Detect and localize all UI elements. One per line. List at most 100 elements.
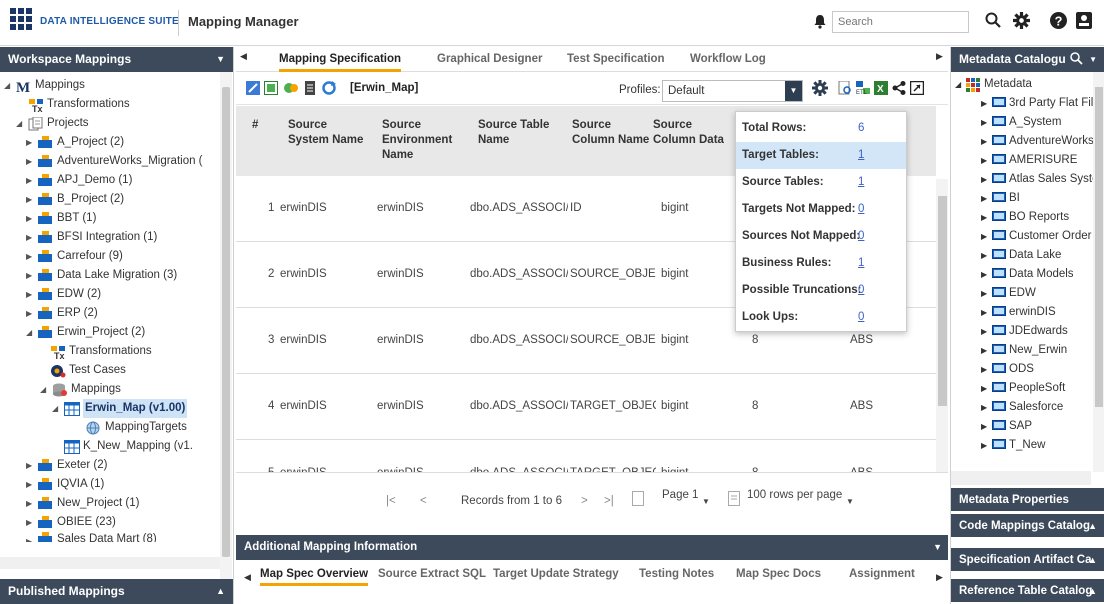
last-page-icon[interactable]: >| bbox=[604, 495, 614, 507]
tree-node-transformations[interactable]: Tx Transformations bbox=[28, 95, 130, 114]
expand-arrow-icon[interactable]: ▶ bbox=[26, 456, 38, 475]
collapse-arrow-icon[interactable]: ◢ bbox=[52, 399, 64, 418]
share-icon[interactable] bbox=[892, 81, 906, 95]
specification-artifact-catalog-header[interactable]: Specification Artifact Ca ▲ bbox=[951, 548, 1104, 573]
metadata-vscroll-thumb[interactable] bbox=[1095, 87, 1103, 407]
expand-arrow-icon[interactable]: ▶ bbox=[981, 360, 992, 379]
search-document-icon[interactable] bbox=[838, 81, 852, 95]
tree-node-system[interactable]: ▶ Data Models bbox=[981, 265, 1074, 284]
tree-node-mappings[interactable]: ◢ Mappings bbox=[40, 380, 121, 399]
tree-node-system[interactable]: ▶ A_System bbox=[981, 113, 1061, 132]
collapse-arrow-icon[interactable]: ◢ bbox=[16, 114, 28, 133]
expand-arrow-icon[interactable]: ▶ bbox=[26, 171, 38, 190]
search-field[interactable] bbox=[832, 11, 969, 33]
refresh-icon[interactable] bbox=[322, 81, 336, 95]
stat-sources-not-mapped[interactable]: Sources Not Mapped: 0 bbox=[736, 223, 906, 250]
tree-node-system[interactable]: ▶ ODS bbox=[981, 360, 1034, 379]
tab-mapping-specification[interactable]: Mapping Specification bbox=[279, 47, 402, 72]
tab-test-specification[interactable]: Test Specification bbox=[567, 47, 665, 72]
grid-view-icon[interactable] bbox=[264, 81, 278, 95]
collapse-arrow-icon[interactable]: ◢ bbox=[955, 75, 966, 94]
expand-arrow-icon[interactable]: ▶ bbox=[26, 247, 38, 266]
expand-arrow-icon[interactable]: ▶ bbox=[26, 152, 38, 171]
tree-node-project[interactable]: ▶ ERP (2) bbox=[26, 304, 98, 323]
col-header-number[interactable]: # bbox=[252, 118, 258, 133]
tree-node-project[interactable]: ▶ IQVIA (1) bbox=[26, 475, 104, 494]
tree-node-system[interactable]: ▶ erwinDIS bbox=[981, 303, 1056, 322]
expand-arrow-icon[interactable]: ▶ bbox=[26, 133, 38, 152]
stat-target-tables[interactable]: Target Tables: 1 bbox=[736, 142, 906, 169]
next-page-icon[interactable]: > bbox=[581, 495, 588, 507]
expand-arrow-icon[interactable]: ▶ bbox=[981, 170, 992, 189]
expand-arrow-icon[interactable]: ▶ bbox=[26, 513, 38, 532]
stat-look-ups[interactable]: Look Ups: 0 bbox=[736, 304, 906, 331]
tree-node-project[interactable]: ▶ BFSI Integration (1) bbox=[26, 228, 157, 247]
page-dropdown-icon[interactable]: ▼ bbox=[702, 497, 710, 506]
tree-node-test-cases[interactable]: Test Cases bbox=[50, 361, 126, 380]
tree-node-k-new-mapping[interactable]: K_New_Mapping (v1. bbox=[64, 437, 193, 456]
expand-icon[interactable] bbox=[910, 81, 924, 95]
tab-scroll-right-icon[interactable]: ▶ bbox=[936, 51, 943, 62]
tree-node-system[interactable]: ▶ BI bbox=[981, 189, 1020, 208]
tab-testing-notes[interactable]: Testing Notes bbox=[639, 568, 714, 580]
additional-info-header[interactable]: Additional Mapping Information ▼ bbox=[236, 535, 948, 560]
etl-icon[interactable]: ETL bbox=[856, 81, 870, 95]
workspace-scroll-thumb[interactable] bbox=[222, 87, 230, 557]
metadata-properties-header[interactable]: Metadata Properties bbox=[951, 488, 1104, 513]
expand-arrow-icon[interactable]: ▶ bbox=[981, 113, 992, 132]
expand-arrow-icon[interactable]: ▶ bbox=[981, 417, 992, 436]
expand-arrow-icon[interactable]: ▶ bbox=[26, 266, 38, 285]
stat-source-tables[interactable]: Source Tables: 1 bbox=[736, 169, 906, 196]
code-mappings-catalog-header[interactable]: Code Mappings Catalog ▲ bbox=[951, 514, 1104, 539]
tree-node-project[interactable]: ▶ Exeter (2) bbox=[26, 456, 108, 475]
stat-possible-truncations[interactable]: Possible Truncations: 0 bbox=[736, 277, 906, 304]
grid-vscroll-thumb[interactable] bbox=[938, 196, 947, 406]
tree-node-system[interactable]: ▶ AMERISURE bbox=[981, 151, 1077, 170]
tree-node-mappings-root[interactable]: ◢ M Mappings bbox=[4, 76, 85, 95]
tree-node-system[interactable]: ▶ Salesforce bbox=[981, 398, 1063, 417]
edit-icon[interactable] bbox=[246, 81, 260, 95]
tree-node-project[interactable]: ▶ B_Project (2) bbox=[26, 190, 124, 209]
gear-icon[interactable] bbox=[1013, 12, 1030, 29]
chevron-down-icon[interactable]: ▼ bbox=[785, 81, 802, 101]
tree-node-system[interactable]: ▶ New_Erwin bbox=[981, 341, 1067, 360]
tree-node-system[interactable]: ▶ 3rd Party Flat File bbox=[981, 94, 1100, 113]
bell-icon[interactable] bbox=[814, 14, 826, 29]
expand-arrow-icon[interactable]: ▶ bbox=[26, 285, 38, 304]
tree-node-project[interactable]: ▶ Data Lake Migration (3) bbox=[26, 266, 177, 285]
tree-node-erwin-map[interactable]: ◢ Erwin_Map (v1.00) bbox=[52, 399, 188, 418]
tree-node-project[interactable]: ▶ Carrefour (9) bbox=[26, 247, 123, 266]
tab-target-update-strategy[interactable]: Target Update Strategy bbox=[493, 568, 619, 580]
col-header-source-column[interactable]: Source Column Name bbox=[572, 118, 652, 148]
expand-arrow-icon[interactable]: ▶ bbox=[981, 322, 992, 341]
metadata-panel-header[interactable]: Metadata Catalogu ▼ bbox=[951, 47, 1104, 72]
tree-node-project[interactable]: ▶ BBT (1) bbox=[26, 209, 96, 228]
tree-node-project[interactable]: ▶ Sales Data Mart (8) bbox=[26, 532, 157, 542]
expand-arrow-icon[interactable]: ▶ bbox=[26, 304, 38, 323]
expand-arrow-icon[interactable]: ▶ bbox=[26, 494, 38, 513]
reference-table-catalog-header[interactable]: Reference Table Catalog ▲ bbox=[951, 579, 1104, 604]
tree-node-system[interactable]: ▶ EDW bbox=[981, 284, 1036, 303]
search-input[interactable] bbox=[838, 16, 963, 28]
workspace-hscrollbar[interactable] bbox=[0, 557, 220, 569]
settings-gear-icon[interactable] bbox=[812, 80, 828, 96]
expand-arrow-icon[interactable]: ▶ bbox=[981, 151, 992, 170]
tree-node-system[interactable]: ▶ Data Lake bbox=[981, 246, 1061, 265]
tree-node-transformations[interactable]: Tx Transformations bbox=[50, 342, 152, 361]
col-header-source-environment[interactable]: Source Environment Name bbox=[382, 118, 452, 163]
expand-up-icon[interactable]: ▲ bbox=[1088, 514, 1097, 537]
workspace-panel-header[interactable]: Workspace Mappings ▼ bbox=[0, 47, 233, 72]
stat-targets-not-mapped[interactable]: Targets Not Mapped: 0 bbox=[736, 196, 906, 223]
tree-node-system[interactable]: ▶ T_New bbox=[981, 436, 1045, 455]
help-icon[interactable]: ? bbox=[1050, 12, 1067, 29]
tree-node-mapping-targets[interactable]: MappingTargets bbox=[86, 418, 187, 437]
expand-arrow-icon[interactable]: ▶ bbox=[981, 94, 992, 113]
published-panel-header[interactable]: Published Mappings ▲ bbox=[0, 579, 233, 604]
user-profile-icon[interactable] bbox=[1076, 12, 1092, 29]
tree-node-system[interactable]: ▶ Customer Order bbox=[981, 227, 1091, 246]
tab-map-spec-docs[interactable]: Map Spec Docs bbox=[736, 568, 821, 580]
tree-node-system[interactable]: ▶ AdventureWorks bbox=[981, 132, 1094, 151]
tab-graphical-designer[interactable]: Graphical Designer bbox=[437, 47, 542, 72]
profile-select[interactable]: Default ▼ bbox=[662, 80, 803, 102]
chevron-down-icon[interactable]: ▼ bbox=[933, 535, 942, 560]
